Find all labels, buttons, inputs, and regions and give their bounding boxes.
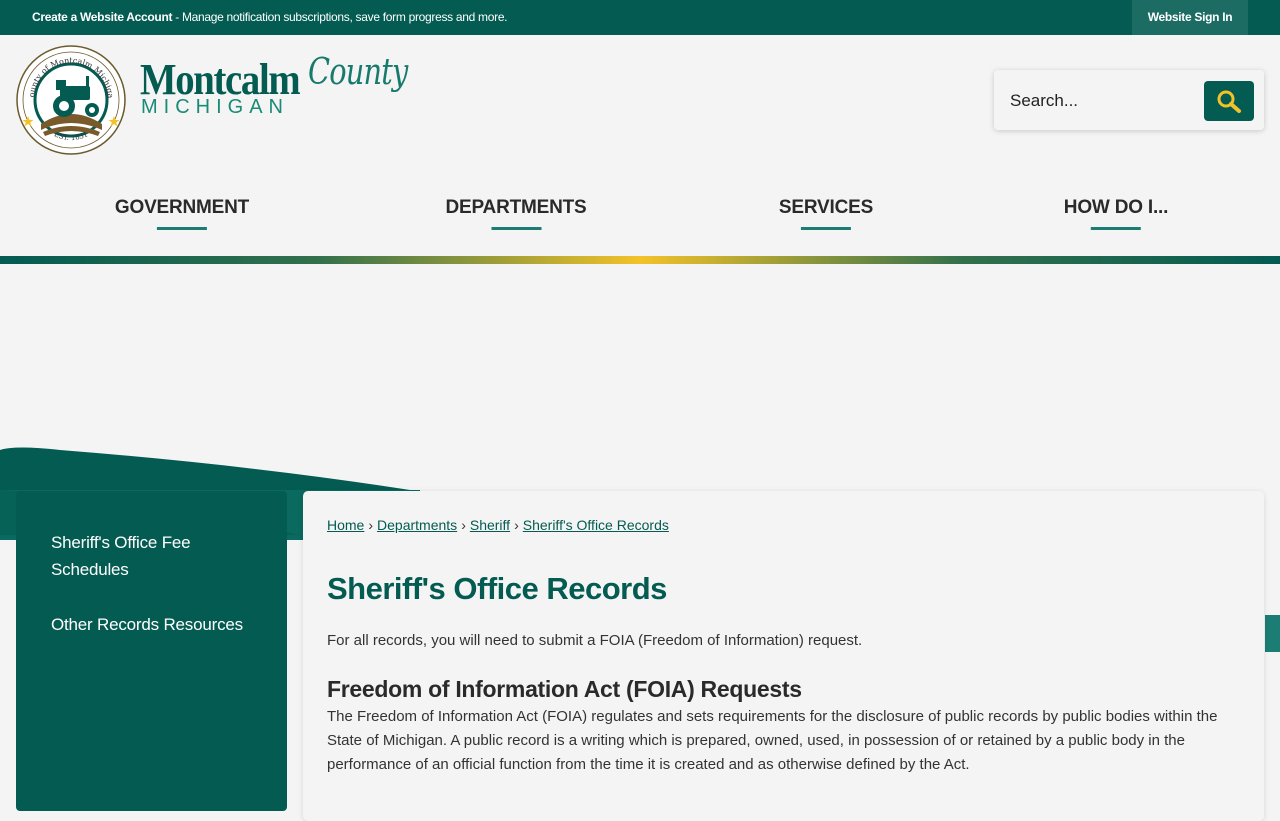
nav-underline <box>1091 227 1141 230</box>
county-seal-logo[interactable]: County of Montcalm Michigan EST. 1831 <box>16 44 126 156</box>
create-account-message[interactable]: Create a Website Account - Manage notifi… <box>32 0 508 35</box>
wordmark-county: County <box>308 52 408 93</box>
nav-item-label: GOVERNMENT <box>114 197 250 218</box>
main-content: Home › Departments › Sheriff › Sheriff's Offic… <box>303 491 1264 821</box>
section-body: The Freedom of Information Act (FOIA) re… <box>327 708 1218 773</box>
nav-departments[interactable]: DEPARTMENTS <box>445 197 587 230</box>
sidebar-item-other-records[interactable]: Other Records Resources <box>51 611 251 638</box>
breadcrumb-separator: › <box>514 517 519 533</box>
breadcrumb-home[interactable]: Home <box>327 517 364 533</box>
nav-item-label: DEPARTMENTS <box>445 197 587 218</box>
nav-underline <box>801 227 851 230</box>
nav-services[interactable]: SERVICES <box>778 197 874 230</box>
nav-government[interactable]: GOVERNMENT <box>114 197 250 230</box>
decorative-edge-tab <box>1265 615 1280 652</box>
create-account-link[interactable]: Create a Website Account <box>32 10 172 24</box>
header-gradient-divider <box>0 256 1280 264</box>
breadcrumb-departments[interactable]: Departments <box>377 517 457 533</box>
website-sign-in-button[interactable]: Website Sign In <box>1132 0 1248 35</box>
sidebar-item-fee-schedules[interactable]: Sheriff's Office Fee Schedules <box>51 529 251 583</box>
search-button[interactable] <box>1204 81 1254 121</box>
page-title: Sheriff's Office Records <box>327 571 667 606</box>
breadcrumb: Home › Departments › Sheriff › Sheriff's Offic… <box>327 517 669 533</box>
breadcrumb-sheriff[interactable]: Sheriff <box>470 517 510 533</box>
nav-underline <box>490 227 541 230</box>
nav-underline <box>157 227 207 230</box>
breadcrumb-separator: › <box>368 517 374 533</box>
nav-item-label: HOW DO I... <box>1063 197 1169 218</box>
search-box <box>994 70 1264 130</box>
nav-how-do-i[interactable]: HOW DO I... <box>1063 197 1169 230</box>
wordmark-michigan: MICHIGAN <box>141 96 289 118</box>
top-notification-bar: Create a Website Account - Manage notifi… <box>0 0 1280 35</box>
intro-text: For all records, you will need to submit… <box>327 632 863 649</box>
county-wordmark[interactable]: Montcalm County MICHIGAN <box>140 52 410 124</box>
search-input[interactable] <box>1008 82 1182 120</box>
create-account-description: - Manage notification subscriptions, sav… <box>172 10 508 24</box>
search-icon <box>1217 90 1241 113</box>
nav-item-label: SERVICES <box>778 197 874 218</box>
breadcrumb-current[interactable]: Sheriff's Office Records <box>523 517 669 533</box>
section-heading: Freedom of Information Act (FOIA) Reques… <box>327 676 802 702</box>
breadcrumb-separator: › <box>461 517 466 533</box>
sidebar: Sheriff's Office Fee Schedules Other Rec… <box>16 491 287 811</box>
